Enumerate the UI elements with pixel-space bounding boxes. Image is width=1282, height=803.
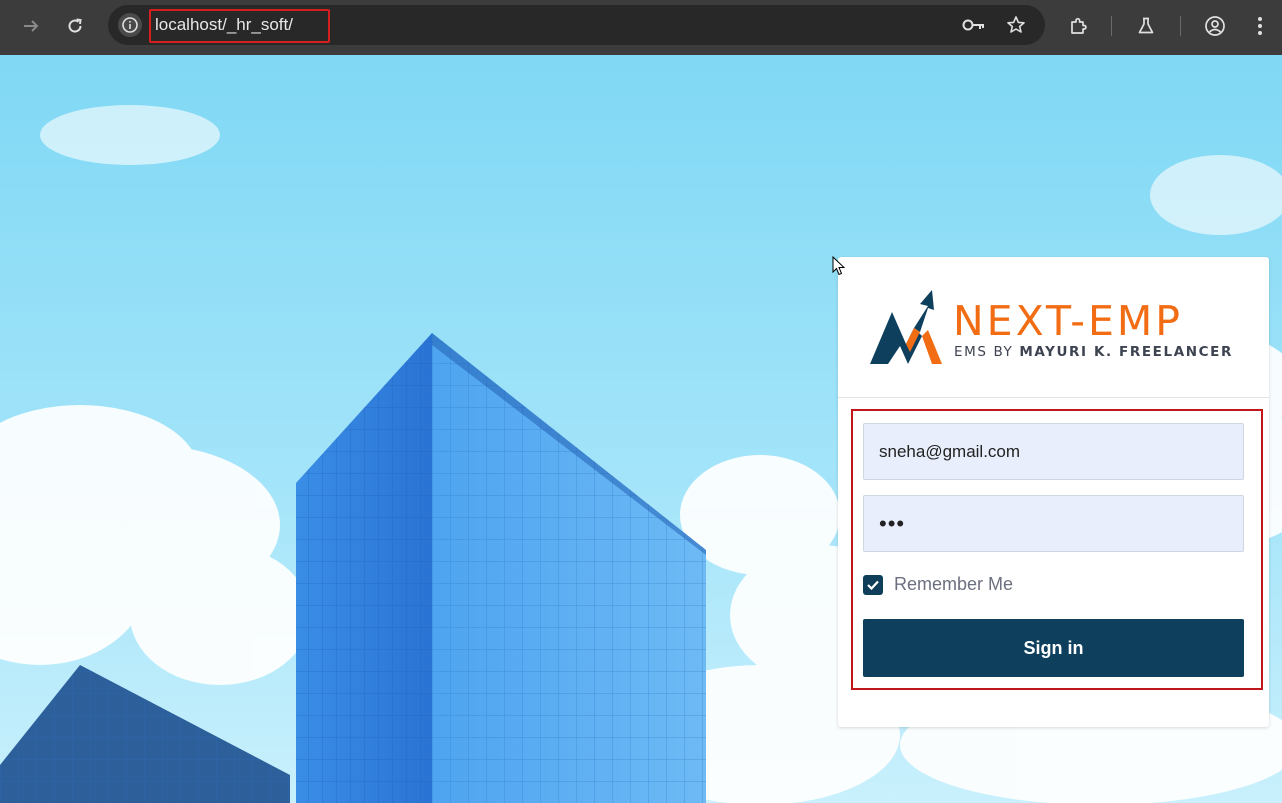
menu-icon xyxy=(1258,17,1262,35)
sign-in-button[interactable]: Sign in xyxy=(863,619,1244,677)
checkmark-icon xyxy=(867,580,879,590)
brand-logo-icon xyxy=(870,290,942,364)
mouse-cursor-icon xyxy=(832,256,846,276)
site-info-icon xyxy=(122,17,138,33)
profile-button[interactable] xyxy=(1201,12,1229,40)
extensions-button[interactable] xyxy=(1065,12,1093,40)
bookmark-button[interactable] xyxy=(1002,11,1030,39)
brand-tagline-prefix: EMS BY xyxy=(954,344,1020,360)
extensions-icon xyxy=(1071,17,1087,34)
bookmark-star-icon xyxy=(1007,16,1025,33)
sign-in-label: Sign in xyxy=(1023,637,1084,658)
reload-icon xyxy=(68,18,82,33)
profile-icon xyxy=(1205,16,1225,36)
forward-button[interactable] xyxy=(17,12,45,40)
toolbar-separator xyxy=(1180,16,1181,36)
remember-me-option[interactable]: Remember Me xyxy=(863,574,1013,595)
password-field-value: ••• xyxy=(879,510,906,536)
password-key-button[interactable] xyxy=(960,11,988,39)
browser-menu-button[interactable] xyxy=(1246,12,1274,40)
brand-tagline-company: MAYURI K. FREELANCER xyxy=(1019,344,1233,360)
labs-flask-icon xyxy=(1138,17,1154,34)
toolbar-separator xyxy=(1111,16,1112,36)
email-field[interactable]: sneha@gmail.com xyxy=(863,423,1244,480)
email-field-value: sneha@gmail.com xyxy=(879,441,1021,461)
brand-tagline: EMS BY MAYURI K. FREELANCER xyxy=(954,344,1233,360)
remember-me-label: Remember Me xyxy=(894,574,1014,594)
forward-icon xyxy=(24,20,39,32)
reload-button[interactable] xyxy=(61,12,89,40)
logo-area: NEXT-EMP EMS BY MAYURI K. FREELANCER xyxy=(838,257,1269,398)
password-key-icon xyxy=(962,19,984,31)
labs-button[interactable] xyxy=(1132,12,1160,40)
password-field[interactable]: ••• xyxy=(863,495,1244,552)
remember-me-checkbox[interactable] xyxy=(863,574,883,595)
brand-name: NEXT-EMP xyxy=(953,297,1184,345)
url-highlight-box xyxy=(149,9,330,43)
site-info-button[interactable] xyxy=(118,13,142,37)
